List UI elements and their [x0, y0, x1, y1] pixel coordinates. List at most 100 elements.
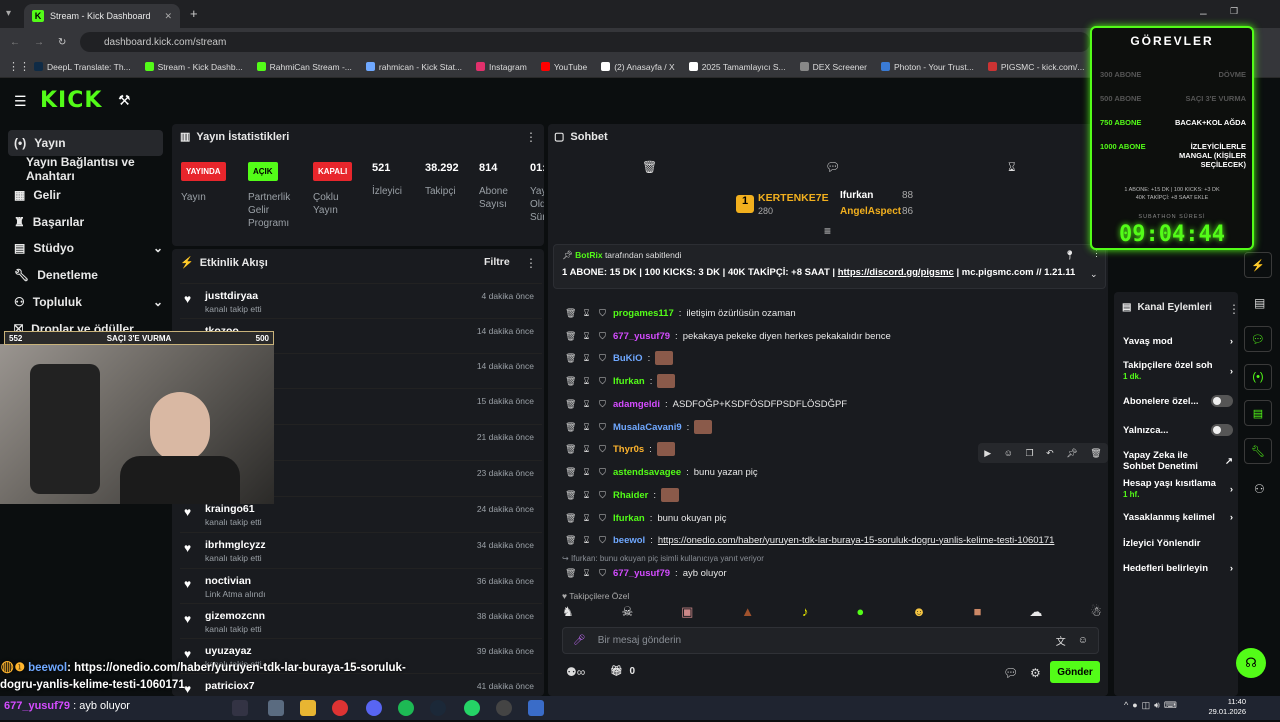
timeout-icon[interactable]: ⌛︎ [581, 513, 592, 524]
action-yasakli[interactable]: Yasaklanmış kelimel › [1123, 512, 1233, 523]
chat-message[interactable]: 🗑︎ ⌛︎ ⛉ Ifurkan: [565, 371, 1095, 391]
chat-message[interactable]: 🗑︎ ⌛︎ ⛉ Ifurkan: bunu okuyan piç [565, 508, 1095, 528]
timeout-icon[interactable]: ⌛︎ [581, 353, 592, 364]
rail-chat-button[interactable]: 💬︎ [1244, 326, 1272, 352]
gear-icon[interactable]: ⚙ [1030, 666, 1041, 680]
timeout-icon[interactable]: ⌛︎ [581, 331, 592, 342]
chat-username[interactable]: adamgeldi [613, 399, 660, 410]
forward-icon[interactable]: → [34, 37, 44, 48]
play-icon[interactable]: ▶ [984, 448, 991, 459]
delete-icon[interactable]: 🗑︎ [1090, 448, 1101, 459]
unpin-icon[interactable]: 📍︎ [1064, 250, 1075, 261]
emote-icon[interactable]: ☺ [1004, 448, 1013, 458]
chat-message[interactable]: 🗑︎ ⌛︎ ⛉ adamgeldi: ASDFOĞP+KSDFÖSDFPSDFLÖSDĞ… [565, 394, 1095, 414]
chat-bubble-icon[interactable]: 💬︎ [825, 160, 840, 174]
expand-icon[interactable]: ≡ [824, 224, 831, 238]
support-button[interactable]: ☊ [1236, 648, 1266, 678]
activity-user[interactable]: justtdiryaa [205, 290, 258, 302]
emote-9-icon[interactable]: ☁ [1029, 604, 1042, 620]
bookmark-item[interactable]: Instagram [476, 62, 527, 72]
bookmark-item[interactable]: RahmiCan Stream -... [256, 62, 352, 72]
spotify-icon[interactable] [398, 700, 414, 716]
bookmark-item[interactable]: PIGSMC - kick.com/... [987, 62, 1084, 72]
chat-message[interactable]: 🗑︎ ⌛︎ ⛉ beewol: https://onedio.com/haber/yur… [565, 530, 1095, 550]
emote-8-icon[interactable]: ■ [974, 604, 982, 620]
stats-menu-icon[interactable]: ⋮ [525, 130, 537, 144]
nav-basarilar[interactable]: ♜ Başarılar [8, 209, 163, 235]
pin-icon[interactable]: 📌︎ [1066, 448, 1077, 459]
reply-icon[interactable]: ↶ [1046, 448, 1054, 459]
taskview-icon[interactable] [232, 700, 248, 716]
copy-icon[interactable]: ❐ [1026, 448, 1034, 459]
activity-user[interactable]: uyuzayaz [205, 645, 252, 657]
rail-community-icon[interactable]: ⚇ [1254, 482, 1265, 496]
tab-list-icon[interactable]: ▾ [6, 8, 18, 20]
delete-icon[interactable]: 🗑︎ [565, 513, 576, 524]
rail-broadcast-button[interactable]: (•) [1244, 364, 1272, 390]
chat-message[interactable]: 🗑︎ ⌛︎ ⛉ BuKiO: [565, 348, 1095, 368]
chat-username[interactable]: 677_yusuf79 [613, 331, 670, 342]
filter-button[interactable]: Filtre [484, 256, 510, 268]
emoji-icon[interactable]: ☺ [1078, 635, 1088, 646]
delete-icon[interactable]: 🗑︎ [565, 535, 576, 546]
delete-icon[interactable]: 🗑︎ [565, 490, 576, 501]
chat-input[interactable]: 🎤︎ Bir mesaj gönderin 文 ☺ [562, 627, 1099, 654]
chat-username[interactable]: Thyr0s [613, 444, 644, 455]
delete-icon[interactable]: 🗑︎ [565, 422, 576, 433]
chat-username[interactable]: 677_yusuf79 [613, 568, 670, 579]
rail-bolt-button[interactable]: ⚡ [1244, 252, 1272, 278]
action-hesap-yasi[interactable]: Hesap yaşı kısıtlama 1 hf. › [1123, 478, 1233, 500]
delete-icon[interactable]: 🗑︎ [565, 444, 576, 455]
new-tab-icon[interactable]: + [190, 6, 198, 21]
discord-icon[interactable] [366, 700, 382, 716]
bookmark-item[interactable]: rahmican - Kick Stat... [365, 62, 462, 72]
chat-message[interactable]: 🗑︎ ⌛︎ ⛉ progames117: iletişim özürlüsün ozam… [565, 303, 1095, 323]
chat-message[interactable]: 🗑︎ ⌛︎ ⛉ astendsavagee: bunu yazan piç [565, 462, 1095, 482]
timeout-icon[interactable]: ⌛︎ [581, 308, 592, 319]
action-takipci[interactable]: Takipçilere özel soh 1 dk. › [1123, 360, 1233, 382]
nav-gelir[interactable]: ▦ Gelir [8, 182, 163, 208]
chat-message[interactable]: 🗑︎ ⌛︎ ⛉ 677_yusuf79: ayb oluyor [565, 563, 1095, 583]
translate-icon[interactable]: 文 [1056, 633, 1066, 648]
nav-topluluk[interactable]: ⚇ Topluluk ⌄ [8, 289, 163, 315]
delete-icon[interactable]: 🗑︎ [565, 568, 576, 579]
maximize-icon[interactable]: ❐ [1230, 6, 1238, 17]
delete-icon[interactable]: 🗑︎ [565, 331, 576, 342]
abone-toggle[interactable] [1211, 395, 1233, 407]
chat-settings-icon[interactable]: 💬︎ [1003, 666, 1018, 680]
timeout-icon[interactable]: ⌛︎ [581, 568, 592, 579]
emote-6-icon[interactable]: ● [856, 604, 864, 620]
send-button[interactable]: Gönder [1050, 661, 1100, 683]
folder-icon[interactable] [300, 700, 316, 716]
bookmark-item[interactable]: DeepL Translate: Th... [34, 62, 131, 72]
delete-icon[interactable]: 🗑︎ [565, 467, 576, 478]
chat-text[interactable]: https://onedio.com/haber/yuruyen-tdk-lar… [658, 535, 1055, 546]
pinned-link[interactable]: https://discord.gg/pigsmc [838, 267, 954, 278]
yalnizca-toggle[interactable] [1211, 424, 1233, 436]
nav-yayin[interactable]: (•) Yayın [8, 130, 163, 156]
menu-icon[interactable]: ☰ [14, 93, 27, 110]
minimize-icon[interactable]: – [1200, 6, 1207, 20]
timeout-icon[interactable]: ⌛︎ [581, 467, 592, 478]
activity-user[interactable]: noctivian [205, 575, 251, 587]
action-yavas-mod[interactable]: Yavaş mod › [1123, 336, 1233, 347]
nav-yayin-baglantisi[interactable]: Yayın Bağlantısı ve Anahtarı [8, 155, 178, 183]
chat-message[interactable]: 🗑︎ ⌛︎ ⛉ Rhaider: [565, 485, 1095, 505]
activity-user[interactable]: gizemozcnn [205, 610, 265, 622]
action-yonlendir[interactable]: İzleyici Yönlendir [1123, 538, 1233, 549]
apps-icon[interactable]: ⋮⋮ [8, 60, 30, 73]
emote-5-icon[interactable]: ♪ [802, 604, 809, 620]
chat-username[interactable]: BuKiO [613, 353, 643, 364]
rail-wrench-button[interactable]: 🔧︎ [1244, 438, 1272, 464]
obs-icon[interactable] [496, 700, 512, 716]
whatsapp-icon[interactable] [464, 700, 480, 716]
nav-studyo[interactable]: ▤ Stüdyo ⌄ [8, 235, 163, 261]
timeout-icon[interactable]: ⌛︎ [581, 490, 592, 501]
pinned-collapse-icon[interactable]: ⌄ [1090, 269, 1098, 280]
explorer-icon[interactable] [268, 700, 284, 716]
delete-icon[interactable]: 🗑︎ [565, 399, 576, 410]
reload-icon[interactable]: ↻ [58, 37, 66, 48]
chat-username[interactable]: Ifurkan [613, 376, 645, 387]
timeout-icon[interactable]: ⌛︎ [581, 399, 592, 410]
activity-user[interactable]: kraingo61 [205, 503, 255, 515]
